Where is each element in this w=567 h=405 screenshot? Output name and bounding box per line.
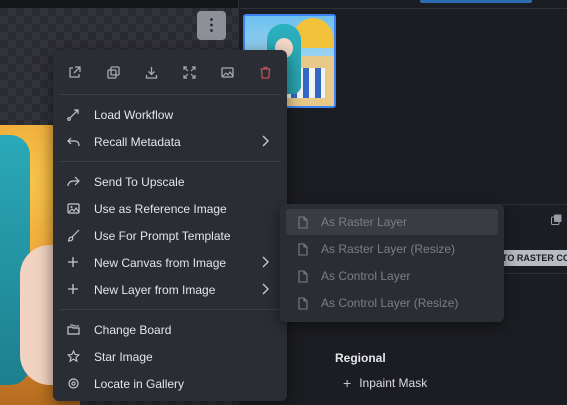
file-icon — [298, 243, 308, 256]
chevron-right-icon — [262, 135, 269, 147]
chevron-right-icon — [262, 283, 269, 295]
star-icon — [66, 349, 80, 363]
plus-icon — [66, 255, 80, 269]
chip-divider — [496, 273, 567, 274]
menu-item-send-to-upscale[interactable]: Send To Upscale — [53, 168, 287, 195]
fullscreen-icon[interactable] — [179, 62, 199, 82]
file-icon — [298, 270, 308, 283]
chevron-right-icon — [262, 256, 269, 268]
crosshair-icon — [66, 376, 80, 390]
undo-arrow-icon — [66, 134, 80, 148]
file-icon — [298, 297, 308, 310]
image-context-menu: Load Workflow Recall Metadata Send To Up… — [53, 50, 287, 401]
gallery-header-divider — [239, 8, 567, 9]
copy-icon[interactable] — [551, 214, 562, 225]
plus-icon: + — [343, 375, 352, 391]
plus-icon — [66, 282, 80, 296]
file-icon — [298, 216, 308, 229]
inpaint-mask-label: Inpaint Mask — [359, 376, 428, 390]
menu-item-load-workflow[interactable]: Load Workflow — [53, 101, 287, 128]
submenu-item-as-raster-layer[interactable]: As Raster Layer — [286, 209, 498, 235]
share-arrow-icon — [66, 174, 80, 188]
submenu-item-as-control-layer[interactable]: As Control Layer — [286, 263, 498, 289]
menu-item-use-as-reference-image[interactable]: Use as Reference Image — [53, 195, 287, 222]
copy-icon[interactable] — [103, 62, 123, 82]
folders-icon — [66, 322, 80, 336]
canvas-top-strip — [0, 0, 238, 8]
image-icon[interactable] — [217, 62, 237, 82]
image-options-button[interactable]: ⋮ — [197, 11, 226, 40]
paintbrush-icon — [66, 228, 80, 242]
download-icon[interactable] — [141, 62, 161, 82]
submenu-item-as-control-layer-resize[interactable]: As Control Layer (Resize) — [286, 290, 498, 316]
menu-item-new-layer-from-image[interactable]: New Layer from Image — [53, 276, 287, 303]
inpaint-mask-button[interactable]: + Inpaint Mask — [343, 375, 427, 391]
open-in-new-tab-icon[interactable] — [64, 62, 84, 82]
menu-item-locate-in-gallery[interactable]: Locate in Gallery — [53, 370, 287, 397]
image-icon — [66, 201, 80, 215]
new-layer-submenu: As Raster Layer As Raster Layer (Resize)… — [280, 204, 504, 322]
quick-actions-row — [53, 62, 287, 82]
flow-arrow-icon — [66, 107, 80, 121]
menu-separator — [59, 161, 281, 162]
menu-item-recall-metadata[interactable]: Recall Metadata — [53, 128, 287, 155]
trash-icon[interactable] — [255, 62, 275, 82]
menu-separator — [59, 94, 281, 95]
active-tab-indicator — [420, 0, 532, 3]
submenu-item-as-raster-layer-resize[interactable]: As Raster Layer (Resize) — [286, 236, 498, 262]
menu-item-use-for-prompt-template[interactable]: Use For Prompt Template — [53, 222, 287, 249]
menu-separator — [59, 309, 281, 310]
more-vertical-icon: ⋮ — [203, 16, 220, 34]
menu-item-star-image[interactable]: Star Image — [53, 343, 287, 370]
regional-heading: Regional — [335, 351, 386, 365]
to-raster-chip[interactable]: TO RASTER CO — [496, 250, 567, 266]
menu-item-change-board[interactable]: Change Board — [53, 316, 287, 343]
menu-item-new-canvas-from-image[interactable]: New Canvas from Image — [53, 249, 287, 276]
